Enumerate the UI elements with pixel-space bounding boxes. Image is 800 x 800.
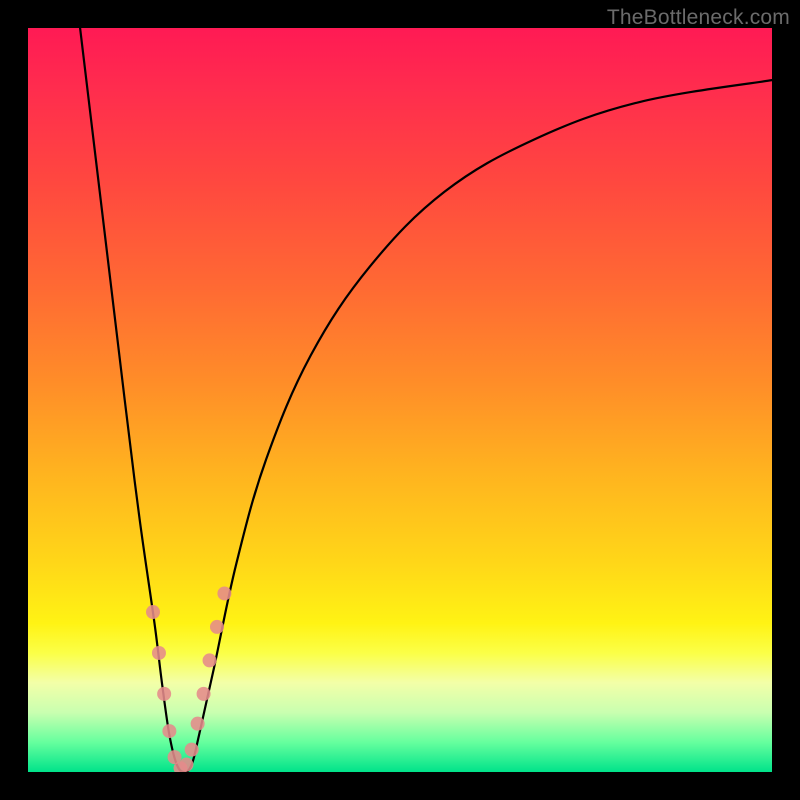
marker-dot [162,724,176,738]
watermark-text: TheBottleneck.com [607,6,790,30]
marker-dot [152,646,166,660]
bottleneck-curve [80,28,772,772]
highlighted-points [146,586,231,772]
curve-layer [28,28,772,772]
plot-area [28,28,772,772]
marker-dot [203,653,217,667]
chart-frame: TheBottleneck.com [0,0,800,800]
marker-dot [179,758,193,772]
marker-dot [185,743,199,757]
marker-dot [197,687,211,701]
marker-dot [217,586,231,600]
marker-dot [210,620,224,634]
marker-dot [146,605,160,619]
marker-dot [157,687,171,701]
marker-dot [191,717,205,731]
